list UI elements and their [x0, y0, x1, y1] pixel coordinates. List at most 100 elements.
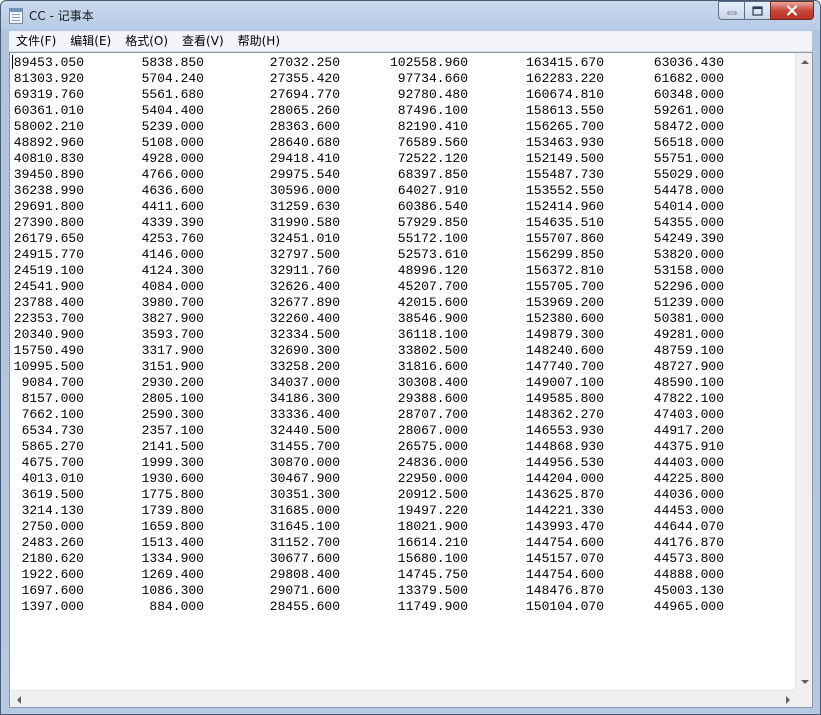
text-value: 2805.100: [141, 391, 204, 406]
text-value: 40810.830: [13, 151, 84, 166]
scroll-right-button[interactable]: [779, 691, 796, 708]
text-value: 2930.200: [141, 375, 204, 390]
text-value: 54355.000: [653, 215, 724, 230]
text-value: 32260.400: [269, 311, 340, 326]
text-value: 145157.070: [525, 551, 604, 566]
window-title: CC - 记事本: [29, 9, 94, 23]
text-value: 76589.560: [397, 135, 468, 150]
text-value: 144221.330: [525, 503, 604, 518]
text-value: 32677.890: [269, 295, 340, 310]
text-value: 1334.900: [141, 551, 204, 566]
text-value: 47822.100: [653, 391, 724, 406]
text-value: 20340.900: [13, 327, 84, 342]
text-line: 1397.000 884.000 28455.600 11749.900 150104.…: [10, 599, 796, 615]
text-value: 5239.000: [141, 119, 204, 134]
text-value: 57929.850: [397, 215, 468, 230]
title-bar[interactable]: CC - 记事本: [1, 1, 820, 31]
text-line: 29691.800 4411.600 31259.630 60386.540 15241…: [10, 199, 796, 215]
text-value: 36238.990: [13, 183, 84, 198]
text-value: 29418.410: [269, 151, 340, 166]
vertical-scrollbar[interactable]: [795, 53, 812, 690]
text-value: 44375.910: [653, 439, 724, 454]
size-grip[interactable]: [795, 690, 812, 707]
text-value: 150104.070: [525, 599, 604, 614]
text-value: 53820.000: [653, 247, 724, 262]
text-value: 69319.760: [13, 87, 84, 102]
text-value: 52573.610: [397, 247, 468, 262]
maximize-icon: [752, 5, 763, 16]
scroll-down-icon: [800, 679, 809, 684]
text-value: 48996.120: [397, 263, 468, 278]
menu-edit[interactable]: 编辑(E): [63, 31, 118, 51]
notepad-icon[interactable]: [9, 8, 23, 24]
text-value: 26179.650: [13, 231, 84, 246]
text-value: 28067.000: [397, 423, 468, 438]
text-value: 156265.700: [525, 119, 604, 134]
text-value: 59261.000: [653, 103, 724, 118]
text-value: 30467.900: [269, 471, 340, 486]
minimize-button[interactable]: [718, 1, 744, 20]
text-value: 28363.600: [269, 119, 340, 134]
text-value: 26575.000: [397, 439, 468, 454]
text-value: 60386.540: [397, 199, 468, 214]
text-value: 3619.500: [21, 487, 84, 502]
text-line: 4013.010 1930.600 30467.900 22950.000 144204…: [10, 471, 796, 487]
text-line: 89453.050 5838.850 27032.250 102558.960 1634…: [10, 55, 796, 71]
text-value: 32911.760: [269, 263, 340, 278]
text-value: 29691.800: [13, 199, 84, 214]
text-value: 2357.100: [141, 423, 204, 438]
text-value: 3214.130: [21, 503, 84, 518]
scroll-left-button[interactable]: [10, 691, 27, 708]
text-line: 15750.490 3317.900 32690.300 33802.500 14824…: [10, 343, 796, 359]
text-value: 50381.000: [653, 311, 724, 326]
text-value: 64027.910: [397, 183, 468, 198]
text-value: 61682.000: [653, 71, 724, 86]
text-line: 24519.100 4124.300 32911.760 48996.120 15637…: [10, 263, 796, 279]
text-value: 153463.930: [525, 135, 604, 150]
text-editor[interactable]: 89453.050 5838.850 27032.250 102558.960 1634…: [10, 53, 796, 689]
scroll-up-button[interactable]: [796, 53, 813, 70]
text-line: 36238.990 4636.600 30596.000 64027.910 15355…: [10, 183, 796, 199]
text-value: 4013.010: [21, 471, 84, 486]
text-value: 155707.860: [525, 231, 604, 246]
close-button[interactable]: [770, 1, 814, 20]
text-value: 2141.500: [141, 439, 204, 454]
text-value: 3980.700: [141, 295, 204, 310]
scroll-up-icon: [800, 59, 809, 64]
horizontal-scrollbar[interactable]: [10, 690, 796, 707]
menu-file[interactable]: 文件(F): [9, 31, 63, 51]
text-value: 1739.800: [141, 503, 204, 518]
text-line: 9084.700 2930.200 34037.000 30308.400 149007…: [10, 375, 796, 391]
menu-help[interactable]: 帮助(H): [231, 31, 287, 51]
text-value: 34037.000: [269, 375, 340, 390]
maximize-button[interactable]: [744, 1, 770, 20]
text-value: 4928.000: [141, 151, 204, 166]
text-value: 3827.900: [141, 311, 204, 326]
text-line: 22353.700 3827.900 32260.400 38546.900 15238…: [10, 311, 796, 327]
text-value: 5704.240: [141, 71, 204, 86]
text-value: 31990.580: [269, 215, 340, 230]
text-value: 3151.900: [141, 359, 204, 374]
text-value: 1922.600: [21, 567, 84, 582]
text-line: 39450.890 4766.000 29975.540 68397.850 15548…: [10, 167, 796, 183]
text-line: 2180.620 1334.900 30677.600 15680.100 145157…: [10, 551, 796, 567]
text-value: 60361.010: [13, 103, 84, 118]
text-value: 48727.900: [653, 359, 724, 374]
text-value: 102558.960: [389, 55, 468, 70]
menu-format[interactable]: 格式(O): [118, 31, 175, 51]
text-value: 27032.250: [269, 55, 340, 70]
scroll-down-button[interactable]: [796, 673, 813, 690]
text-value: 52296.000: [653, 279, 724, 294]
text-value: 44573.800: [653, 551, 724, 566]
text-value: 82190.410: [397, 119, 468, 134]
text-value: 55029.000: [653, 167, 724, 182]
text-value: 30596.000: [269, 183, 340, 198]
text-value: 1999.300: [141, 455, 204, 470]
text-value: 884.000: [149, 599, 204, 614]
text-value: 2590.300: [141, 407, 204, 422]
text-value: 29071.600: [269, 583, 340, 598]
menu-view[interactable]: 查看(V): [175, 31, 231, 51]
text-value: 89453.050: [13, 55, 84, 70]
text-value: 24519.100: [13, 263, 84, 278]
text-value: 152414.960: [525, 199, 604, 214]
